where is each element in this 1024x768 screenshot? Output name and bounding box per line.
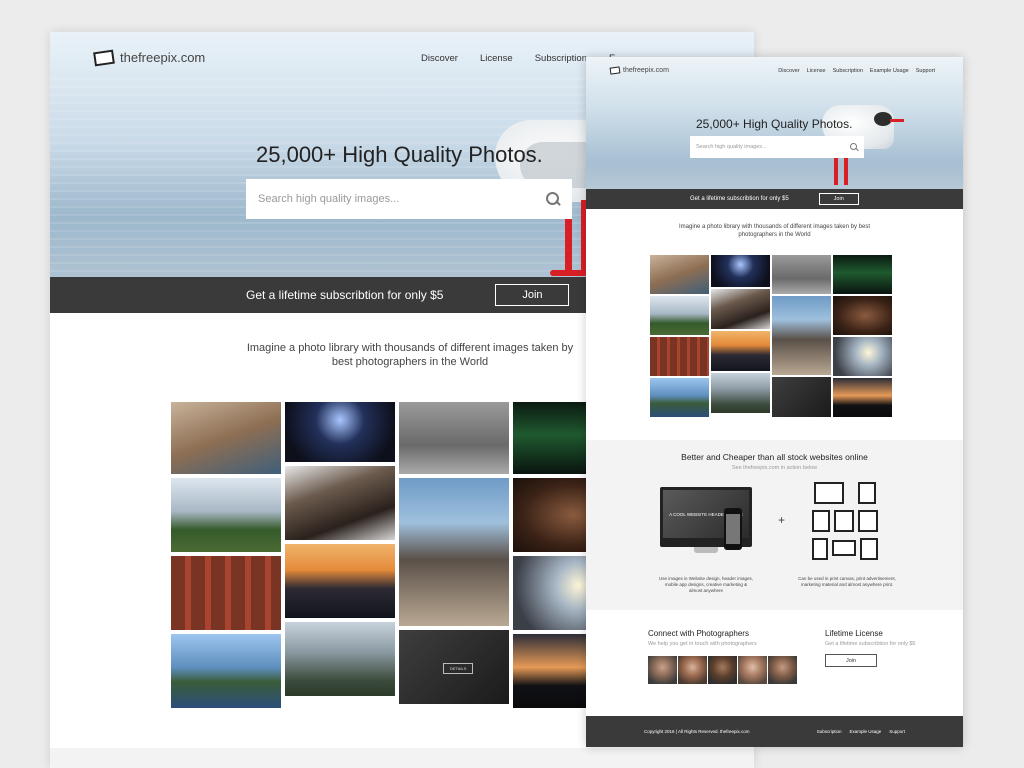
connect-subtitle: We help you get in touch with photograph… bbox=[648, 641, 757, 647]
logo-icon bbox=[609, 66, 621, 75]
photo-tile[interactable] bbox=[833, 296, 892, 335]
comparison-section: Better and Cheaper than all stock websit… bbox=[586, 440, 963, 610]
logo[interactable]: thefreepix.com bbox=[609, 66, 669, 75]
details-button[interactable]: DETAILS bbox=[443, 663, 474, 675]
small-page-mockup: thefreepix.com Discover License Subscrip… bbox=[586, 57, 963, 747]
footer-link-subscription[interactable]: Subscription bbox=[817, 729, 842, 734]
footer-links: Subscription Example Usage Support bbox=[817, 729, 905, 734]
search-icon[interactable] bbox=[850, 143, 858, 151]
nav-item-subscription[interactable]: Subscription bbox=[535, 53, 587, 64]
promo-text: Get a lifetime subscribtion for only $5 bbox=[690, 196, 789, 202]
photo-tile[interactable] bbox=[711, 289, 770, 329]
license-title: Lifetime License bbox=[825, 629, 883, 638]
logo-text: thefreepix.com bbox=[120, 50, 206, 65]
avatar[interactable] bbox=[768, 656, 797, 684]
logo-icon bbox=[93, 49, 115, 66]
photo-tile[interactable] bbox=[285, 402, 395, 462]
nav-item-discover[interactable]: Discover bbox=[778, 68, 799, 74]
photo-tile[interactable] bbox=[171, 402, 281, 474]
connect-title: Connect with Photographers bbox=[648, 629, 749, 638]
promo-text: Get a lifetime subscribtion for only $5 bbox=[246, 288, 444, 302]
hero-headline: 25,000+ High Quality Photos. bbox=[696, 117, 853, 131]
connect-section: Connect with Photographers We help you g… bbox=[648, 629, 813, 684]
nav-item-example-usage[interactable]: Example Usage bbox=[870, 68, 909, 74]
footer-copyright: Copyright 2016 | All Rights Reserved. th… bbox=[644, 729, 750, 734]
photo-tile[interactable] bbox=[399, 402, 509, 474]
section-subtitle: See thefreepix.com in action below bbox=[731, 465, 818, 471]
nav-item-license[interactable]: License bbox=[480, 53, 513, 64]
photo-tile[interactable] bbox=[711, 255, 770, 287]
photo-tile[interactable] bbox=[833, 255, 892, 294]
caption-print: Can be used in print canvas, print adver… bbox=[798, 576, 896, 587]
footer-link-example-usage[interactable]: Example Usage bbox=[849, 729, 881, 734]
top-nav: thefreepix.com Discover License Subscrip… bbox=[609, 66, 935, 75]
nav-item-discover[interactable]: Discover bbox=[421, 53, 458, 64]
promo-bar: Get a lifetime subscribtion for only $5 … bbox=[586, 189, 963, 209]
footer: Copyright 2016 | All Rights Reserved. th… bbox=[586, 716, 963, 747]
photo-tile[interactable] bbox=[650, 337, 709, 376]
avatar[interactable] bbox=[738, 656, 767, 684]
photo-tile[interactable] bbox=[650, 378, 709, 417]
photo-tile[interactable] bbox=[171, 478, 281, 552]
photo-tile[interactable] bbox=[285, 622, 395, 696]
hero-headline: 25,000+ High Quality Photos. bbox=[256, 142, 543, 167]
search-placeholder: Search high quality images... bbox=[258, 193, 400, 205]
avatar[interactable] bbox=[678, 656, 707, 684]
join-button[interactable]: Join bbox=[495, 284, 570, 306]
intro-text: Imagine a photo library with thousands o… bbox=[246, 342, 574, 368]
photo-grid bbox=[650, 255, 894, 421]
photo-tile[interactable] bbox=[772, 296, 831, 375]
photographer-avatars bbox=[648, 656, 813, 684]
photo-tile[interactable] bbox=[285, 544, 395, 618]
photo-tile[interactable]: DETAILS bbox=[399, 630, 509, 704]
photo-tile[interactable] bbox=[711, 331, 770, 371]
photo-tile[interactable] bbox=[399, 478, 509, 626]
logo-text: thefreepix.com bbox=[623, 67, 669, 74]
search-icon[interactable] bbox=[546, 192, 560, 206]
photo-tile[interactable] bbox=[650, 296, 709, 335]
nav-item-support[interactable]: Support bbox=[916, 68, 935, 74]
phone-image bbox=[724, 508, 742, 550]
nav-menu: Discover License Subscription Example Us… bbox=[778, 68, 935, 74]
photo-tile[interactable] bbox=[833, 378, 892, 417]
photo-tile[interactable] bbox=[285, 466, 395, 540]
nav-item-license[interactable]: License bbox=[807, 68, 826, 74]
section-title: Better and Cheaper than all stock websit… bbox=[681, 452, 868, 462]
hero-banner: thefreepix.com Discover License Subscrip… bbox=[586, 57, 963, 189]
nav-item-subscription[interactable]: Subscription bbox=[833, 68, 863, 74]
logo[interactable]: thefreepix.com bbox=[93, 49, 206, 66]
license-section: Lifetime License Get a lifetime subscrib… bbox=[825, 629, 935, 667]
photo-tile[interactable] bbox=[833, 337, 892, 376]
license-subtitle: Get a lifetime subscribtion for only $5 bbox=[825, 641, 916, 647]
photo-tile[interactable] bbox=[772, 377, 831, 417]
plus-icon: + bbox=[778, 513, 786, 527]
photo-tile[interactable] bbox=[171, 634, 281, 708]
photo-tile[interactable] bbox=[650, 255, 709, 294]
search-input[interactable]: Search high quality images... bbox=[690, 136, 864, 158]
intro-text: Imagine a photo library with thousands o… bbox=[678, 224, 870, 238]
photo-tile[interactable] bbox=[171, 556, 281, 630]
avatar[interactable] bbox=[648, 656, 677, 684]
license-join-button[interactable]: Join bbox=[825, 654, 877, 667]
caption-digital: Use images in Website design, header ima… bbox=[659, 576, 753, 593]
search-placeholder: Search high quality images... bbox=[696, 144, 767, 150]
footer-link-support[interactable]: Support bbox=[889, 729, 905, 734]
photo-tile[interactable] bbox=[772, 255, 831, 294]
join-button[interactable]: Join bbox=[818, 193, 859, 205]
avatar[interactable] bbox=[708, 656, 737, 684]
search-input[interactable]: Search high quality images... bbox=[246, 179, 572, 219]
picture-frames-image bbox=[810, 482, 882, 564]
photo-tile[interactable] bbox=[711, 373, 770, 413]
